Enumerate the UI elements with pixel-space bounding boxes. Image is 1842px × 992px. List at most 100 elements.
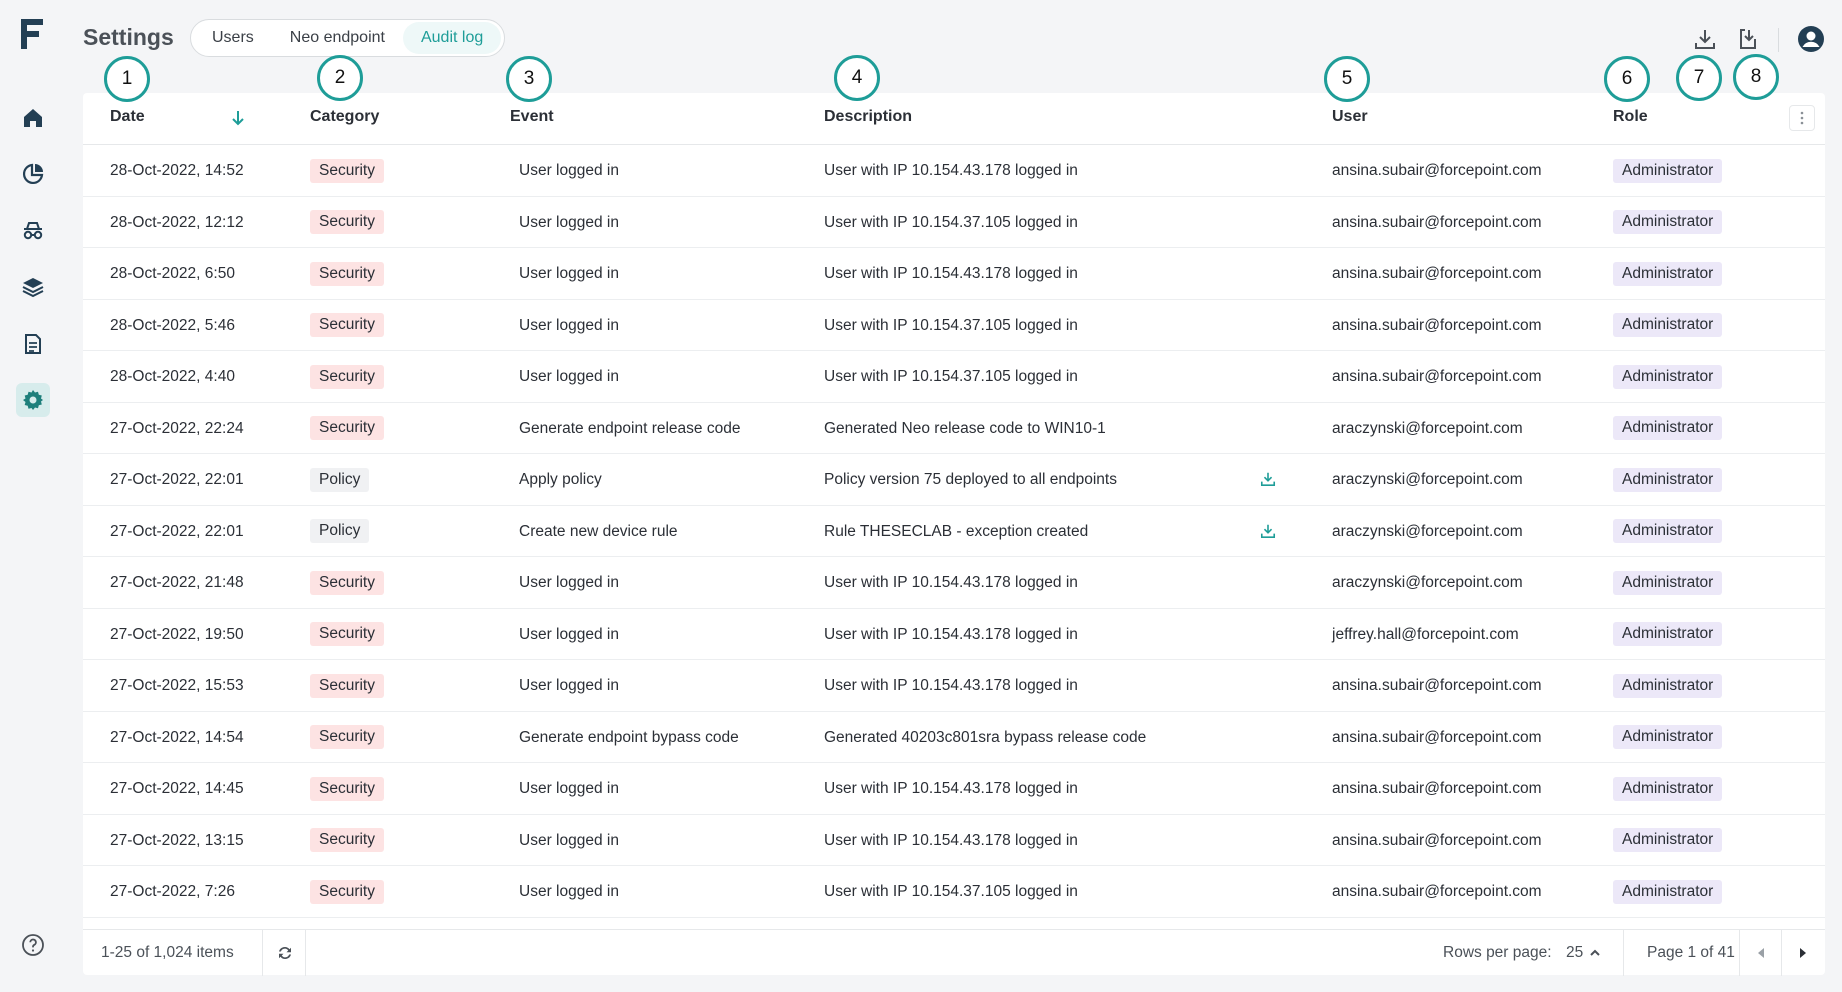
role-badge: Administrator bbox=[1613, 416, 1723, 441]
row-user: araczynski@forcepoint.com bbox=[1332, 522, 1523, 540]
category-badge: Security bbox=[310, 570, 384, 595]
row-category: Security bbox=[310, 660, 384, 712]
table-row[interactable]: 27-Oct-2022, 15:53 Security User logged … bbox=[83, 660, 1825, 712]
table-row[interactable]: 27-Oct-2022, 19:50 Security User logged … bbox=[83, 609, 1825, 660]
category-badge: Security bbox=[310, 828, 384, 853]
document-icon[interactable] bbox=[16, 327, 50, 361]
row-date: 27-Oct-2022, 14:54 bbox=[110, 728, 244, 746]
row-role: Administrator bbox=[1613, 660, 1723, 712]
previous-page-button[interactable] bbox=[1751, 943, 1771, 963]
refresh-icon[interactable] bbox=[273, 941, 297, 965]
download-icon[interactable] bbox=[1260, 523, 1276, 541]
download-icon[interactable] bbox=[1690, 24, 1720, 54]
table-row[interactable]: 27-Oct-2022, 14:54 Security Generate end… bbox=[83, 712, 1825, 764]
tab-neo-endpoint[interactable]: Neo endpoint bbox=[272, 22, 403, 54]
row-role: Administrator bbox=[1613, 557, 1723, 609]
download-icon[interactable] bbox=[1260, 471, 1276, 489]
table-row[interactable]: 28-Oct-2022, 12:12 Security User logged … bbox=[83, 197, 1825, 249]
row-description: User with IP 10.154.43.178 logged in bbox=[824, 677, 1078, 694]
row-category: Security bbox=[310, 351, 384, 403]
column-header-user[interactable]: User bbox=[1332, 108, 1368, 126]
row-user: ansina.subair@forcepoint.com bbox=[1332, 265, 1542, 282]
role-badge: Administrator bbox=[1613, 467, 1723, 492]
callout-5: 5 bbox=[1324, 56, 1370, 102]
column-header-category[interactable]: Category bbox=[310, 108, 379, 126]
callout-6: 6 bbox=[1604, 56, 1650, 102]
row-event: User logged in bbox=[519, 574, 619, 591]
category-badge: Security bbox=[310, 879, 384, 904]
table-row[interactable]: 27-Oct-2022, 14:45 Security User logged … bbox=[83, 763, 1825, 815]
row-user: ansina.subair@forcepoint.com bbox=[1332, 883, 1542, 900]
table-row[interactable]: 27-Oct-2022, 7:26 Security User logged i… bbox=[83, 866, 1825, 918]
callout-4: 4 bbox=[834, 55, 880, 101]
row-event: Generate endpoint bypass code bbox=[519, 728, 739, 746]
column-header-role[interactable]: Role bbox=[1613, 108, 1648, 126]
table-row[interactable]: 27-Oct-2022, 22:01 Policy Apply policy P… bbox=[83, 454, 1825, 506]
tab-users[interactable]: Users bbox=[194, 22, 272, 54]
row-role: Administrator bbox=[1613, 506, 1723, 558]
forcepoint-logo-icon[interactable] bbox=[19, 17, 45, 51]
row-date: 27-Oct-2022, 7:26 bbox=[110, 883, 235, 900]
row-event: Create new device rule bbox=[519, 522, 678, 540]
next-page-button[interactable] bbox=[1793, 943, 1813, 963]
table-row[interactable]: 27-Oct-2022, 22:24 Security Generate end… bbox=[83, 403, 1825, 454]
row-description: User with IP 10.154.43.178 logged in bbox=[824, 780, 1078, 797]
row-category: Security bbox=[310, 248, 384, 300]
pie-chart-icon[interactable] bbox=[16, 157, 50, 191]
layers-icon[interactable] bbox=[16, 270, 50, 304]
help-icon[interactable] bbox=[18, 930, 48, 960]
footer-divider bbox=[1623, 930, 1624, 976]
sort-descending-icon[interactable] bbox=[229, 109, 247, 127]
rows-per-page-select[interactable]: 25 bbox=[1566, 944, 1583, 962]
row-user: ansina.subair@forcepoint.com bbox=[1332, 368, 1542, 385]
gear-icon[interactable] bbox=[16, 383, 50, 417]
column-header-date[interactable]: Date bbox=[110, 108, 145, 126]
column-options-icon[interactable] bbox=[1789, 105, 1815, 131]
table-footer: 1-25 of 1,024 items Rows per page: 25 Pa… bbox=[83, 929, 1825, 976]
row-category: Security bbox=[310, 763, 384, 815]
table-row[interactable]: 28-Oct-2022, 14:52 Security User logged … bbox=[83, 145, 1825, 197]
callout-7: 7 bbox=[1676, 55, 1722, 101]
chevron-up-icon[interactable] bbox=[1588, 946, 1602, 960]
category-badge: Policy bbox=[310, 467, 370, 492]
tab-audit-log[interactable]: Audit log bbox=[402, 22, 502, 54]
role-badge: Administrator bbox=[1613, 570, 1723, 595]
row-user: ansina.subair@forcepoint.com bbox=[1332, 316, 1542, 334]
table-row[interactable]: 28-Oct-2022, 5:46 Security User logged i… bbox=[83, 300, 1825, 351]
column-header-event[interactable]: Event bbox=[510, 108, 554, 126]
items-count: 1-25 of 1,024 items bbox=[101, 944, 234, 961]
row-event: User logged in bbox=[519, 625, 619, 643]
role-badge: Administrator bbox=[1613, 622, 1723, 647]
footer-divider bbox=[1781, 930, 1782, 976]
table-row[interactable]: 28-Oct-2022, 6:50 Security User logged i… bbox=[83, 248, 1825, 300]
row-category: Security bbox=[310, 712, 384, 764]
category-badge: Security bbox=[310, 725, 384, 750]
row-description: Rule THESECLAB - exception created bbox=[824, 522, 1089, 540]
user-avatar-icon[interactable] bbox=[1796, 24, 1826, 54]
role-badge: Administrator bbox=[1613, 364, 1723, 389]
callout-3: 3 bbox=[506, 56, 552, 102]
table-row[interactable]: 27-Oct-2022, 22:01 Policy Create new dev… bbox=[83, 506, 1825, 558]
sidebar bbox=[0, 0, 64, 992]
callout-2: 2 bbox=[317, 55, 363, 101]
row-description: User with IP 10.154.43.178 logged in bbox=[824, 265, 1078, 282]
row-event: User logged in bbox=[519, 883, 619, 900]
table-row[interactable]: 27-Oct-2022, 21:48 Security User logged … bbox=[83, 557, 1825, 609]
row-event: User logged in bbox=[519, 677, 619, 694]
row-event: User logged in bbox=[519, 368, 619, 385]
rows-per-page-label: Rows per page: bbox=[1443, 944, 1552, 961]
row-date: 27-Oct-2022, 22:24 bbox=[110, 419, 244, 437]
export-icon[interactable] bbox=[1733, 24, 1763, 54]
audit-log-table: Date Category Event Description User Rol… bbox=[83, 93, 1825, 976]
row-category: Security bbox=[310, 815, 384, 867]
table-row[interactable]: 28-Oct-2022, 4:40 Security User logged i… bbox=[83, 351, 1825, 403]
row-date: 27-Oct-2022, 14:45 bbox=[110, 780, 244, 797]
column-header-description[interactable]: Description bbox=[824, 108, 912, 126]
row-user: ansina.subair@forcepoint.com bbox=[1332, 162, 1542, 179]
incognito-icon[interactable] bbox=[16, 214, 50, 248]
row-description: User with IP 10.154.43.178 logged in bbox=[824, 574, 1078, 591]
row-role: Administrator bbox=[1613, 197, 1723, 249]
home-icon[interactable] bbox=[16, 101, 50, 135]
role-badge: Administrator bbox=[1613, 879, 1723, 904]
table-row[interactable]: 27-Oct-2022, 13:15 Security User logged … bbox=[83, 815, 1825, 867]
